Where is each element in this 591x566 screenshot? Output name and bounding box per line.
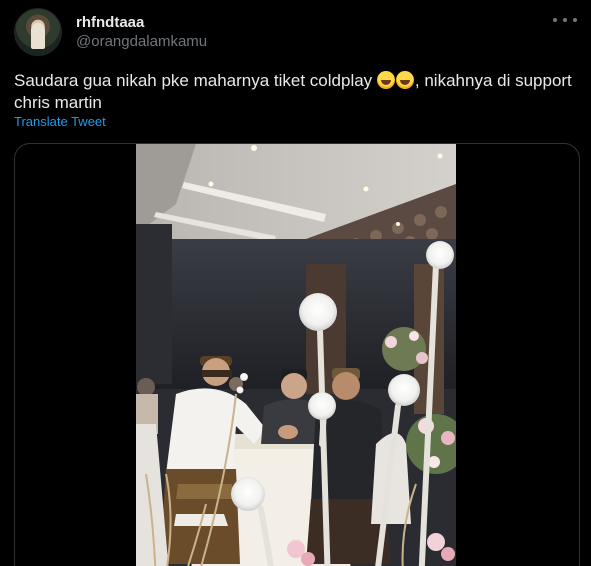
dot [563,18,567,22]
rolling-on-floor-laughing-emoji-icon [395,71,414,89]
tweet-card: rhfndtaaa @orangdalamkamu Saudara gua ni… [0,0,591,566]
translate-tweet-link[interactable]: Translate Tweet [14,114,106,129]
author-names: rhfndtaaa @orangdalamkamu [76,13,207,51]
tweet-text: Saudara gua nikah pke maharnya tiket col… [14,70,574,114]
avatar-figure [31,23,45,49]
wedding-video[interactable] [136,144,456,566]
author-handle[interactable]: @orangdalamkamu [76,32,207,51]
tweet-media[interactable] [14,143,580,566]
author-display-name[interactable]: rhfndtaaa [76,13,207,32]
tweet-text-part1: Saudara gua nikah pke maharnya tiket col… [14,71,377,90]
dot [553,18,557,22]
more-options-icon[interactable] [553,12,577,28]
rolling-on-floor-laughing-emoji-icon [376,71,395,89]
wedding-scene-illustration [136,144,456,566]
avatar[interactable] [14,8,62,56]
tweet-header: rhfndtaaa @orangdalamkamu [14,8,207,56]
dot [573,18,577,22]
